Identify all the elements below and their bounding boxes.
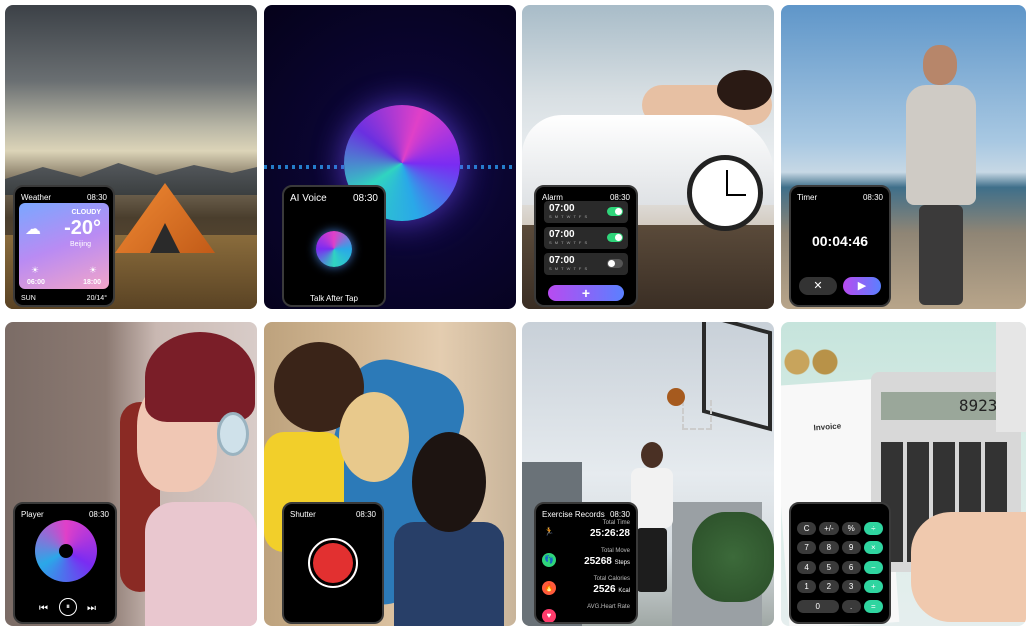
watch-title: Shutter [290, 510, 316, 519]
alarm-item[interactable]: 07:00 S M T W T F S [544, 253, 628, 275]
sunrise-time: 06:00 [27, 279, 45, 286]
calc-key[interactable]: +/- [819, 522, 839, 535]
timer-value: 00:04:46 [811, 233, 869, 249]
calc-key[interactable]: % [841, 522, 861, 535]
calculator-keypad: C +/- % ÷ 7 8 9 × 4 5 6 − 1 2 3 + 0 . = [797, 522, 883, 616]
calc-key[interactable]: − [863, 560, 883, 574]
alarm-toggle[interactable] [607, 233, 623, 242]
calc-key[interactable]: 3 [841, 580, 861, 594]
watch-time: 08:30 [86, 193, 107, 202]
record-value: 25268 Steps [584, 556, 630, 567]
calc-key[interactable]: 4 [797, 560, 817, 574]
alarm-item[interactable]: 07:00 S M T W T F S [544, 201, 628, 223]
alarm-toggle[interactable] [607, 207, 623, 216]
record-row: 👣 Total Move 25268 Steps [542, 548, 630, 572]
cancel-button[interactable]: ✕ [799, 277, 837, 295]
calc-key[interactable]: × [863, 541, 883, 555]
alarm-item[interactable]: 07:00 S M T W T F S [544, 227, 628, 249]
watch-time: 08:30 [862, 193, 883, 202]
watch-timer: Timer 08:30 00:04:46 ✕ ▶ [789, 185, 891, 307]
tile-alarm: Alarm 08:30 07:00 S M T W T F S 07:00 S M… [522, 5, 774, 309]
heart-icon: ♥ [542, 609, 556, 622]
sunset-time: 18:00 [83, 279, 101, 286]
basketball-icon [667, 388, 685, 406]
record-label: AVG.Heart Rate [587, 604, 630, 610]
watch-time: 08:30 [352, 193, 378, 204]
calc-display: 89238 [881, 392, 1011, 420]
watch-title: AI Voice [290, 193, 327, 204]
watch-time: 08:30 [609, 510, 630, 519]
watch-calculator: C +/- % ÷ 7 8 9 × 4 5 6 − 1 2 3 + 0 . = [789, 502, 891, 624]
calc-key[interactable]: 2 [819, 580, 839, 594]
watch-player: Player 08:30 ⏮ ⏸ ⏭ [13, 502, 117, 624]
record-label: Total Calories [593, 576, 630, 582]
tile-calculator: Invoice 89238 C +/- % ÷ 7 8 9 × 4 5 6 − … [781, 322, 1026, 626]
watch-time: 08:30 [88, 510, 109, 519]
sunrise-icon: ☀ [31, 265, 40, 275]
alarm-clock-icon [687, 155, 763, 231]
calc-key[interactable]: 1 [797, 580, 817, 594]
tile-player: Player 08:30 ⏮ ⏸ ⏭ [5, 322, 257, 626]
record-row: 🏃 Total Time 25:26:28 [542, 520, 630, 544]
calc-key[interactable]: ÷ [863, 522, 883, 535]
calc-key[interactable]: = [863, 599, 883, 613]
calc-key[interactable]: 8 [819, 541, 839, 555]
watch-title: Exercise Records [542, 510, 605, 519]
shutter-button[interactable] [308, 538, 358, 588]
calc-key[interactable]: 9 [841, 541, 861, 555]
runner-icon: 🏃 [544, 527, 554, 536]
record-row: 🔥 Total Calories 2526 Kcal [542, 576, 630, 600]
weather-condition: CLOUDY [71, 209, 101, 216]
watch-title: Player [21, 510, 44, 519]
cloud-sun-icon: ☁ [25, 221, 41, 238]
add-alarm-button[interactable]: + [548, 285, 624, 301]
flame-icon: 🔥 [542, 581, 556, 595]
album-disc [35, 520, 97, 582]
alarm-toggle[interactable] [607, 259, 623, 268]
watch-time: 08:30 [355, 510, 376, 519]
steps-icon: 👣 [542, 553, 556, 567]
calc-key[interactable]: 6 [841, 560, 861, 574]
next-icon[interactable]: ⏭ [87, 603, 96, 614]
calc-key[interactable]: 0 [797, 599, 839, 613]
weather-city: Beijing [69, 241, 91, 248]
voice-button[interactable] [316, 231, 352, 267]
tile-timer: Timer 08:30 00:04:46 ✕ ▶ [781, 5, 1026, 309]
calc-key[interactable]: C [797, 522, 817, 535]
watch-shutter: Shutter 08:30 [282, 502, 384, 624]
watch-alarm: Alarm 08:30 07:00 S M T W T F S 07:00 S M… [534, 185, 638, 307]
watch-ai-voice: AI Voice 08:30 Talk After Tap [282, 185, 386, 307]
tile-ai-voice: AI Voice 08:30 Talk After Tap [264, 5, 516, 309]
sunset-icon: ☀ [88, 265, 97, 275]
talk-hint: Talk After Tap [310, 294, 358, 303]
weather-temp: -20° [64, 217, 101, 239]
play-button[interactable]: ▶ [843, 277, 881, 295]
weather-day: SUN [21, 295, 36, 302]
calc-key[interactable]: 5 [819, 560, 839, 574]
headphones-icon [217, 412, 249, 456]
watch-exercise: Exercise Records 08:30 🏃 Total Time 25:26… [534, 502, 638, 624]
watch-title: Weather [21, 193, 52, 202]
record-value: 2526 Kcal [593, 584, 630, 595]
pause-icon[interactable]: ⏸ [59, 598, 77, 616]
record-value: 25:26:28 [589, 528, 630, 539]
record-label: Total Move [600, 548, 630, 554]
previous-icon[interactable]: ⏮ [39, 603, 48, 614]
tile-exercise: Exercise Records 08:30 🏃 Total Time 25:26… [522, 322, 774, 626]
calc-key[interactable]: + [863, 580, 883, 594]
record-label: Total Time [602, 520, 630, 526]
calc-key[interactable]: 7 [797, 541, 817, 555]
record-row: ♥ AVG.Heart Rate [542, 604, 630, 622]
calc-key[interactable]: . [841, 599, 861, 613]
tile-shutter: Shutter 08:30 [264, 322, 516, 626]
tile-weather: Weather 08:30 ☁ CLOUDY -20° Beijing ☀ ☀ 0… [5, 5, 257, 309]
watch-weather: Weather 08:30 ☁ CLOUDY -20° Beijing ☀ ☀ 0… [13, 185, 115, 307]
weather-range: 20/14° [86, 295, 107, 302]
watch-title: Timer [797, 193, 818, 202]
weather-card: ☁ CLOUDY -20° Beijing ☀ ☀ 06:00 18:00 [19, 203, 109, 289]
